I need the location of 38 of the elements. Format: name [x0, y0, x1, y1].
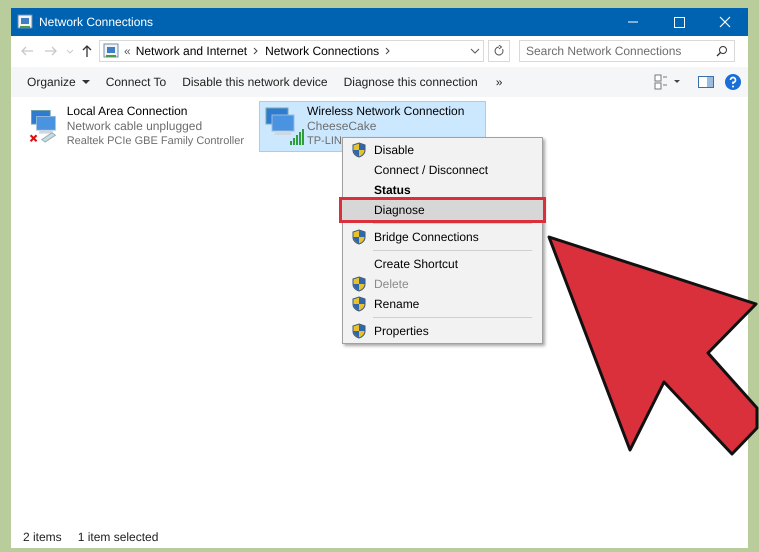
- chevron-icon[interactable]: [253, 47, 260, 55]
- search-field[interactable]: Search Network Connections: [519, 40, 735, 62]
- menu-item[interactable]: Properties: [343, 321, 542, 341]
- status-text: 1 item selected: [78, 529, 158, 546]
- connection-name: Local Area Connection: [66, 104, 188, 119]
- connection-name: Wireless Network Connection: [307, 104, 464, 119]
- breadcrumb-overflow[interactable]: «: [124, 42, 131, 60]
- help-icon[interactable]: [724, 73, 742, 91]
- caret-icon[interactable]: [82, 79, 90, 85]
- connection-status: CheeseCake: [307, 119, 378, 134]
- adapter-name: Realtek PCIe GBE Family Controller: [66, 134, 244, 149]
- breadcrumb-link[interactable]: Network Connections: [265, 42, 380, 60]
- toolbar-button[interactable]: Disable this network device: [174, 70, 336, 94]
- menu-item[interactable]: Bridge Connections: [343, 227, 542, 247]
- search-input[interactable]: Search Network Connections: [526, 42, 716, 60]
- chevron-icon[interactable]: [385, 47, 392, 55]
- menu-item[interactable]: Rename: [343, 294, 542, 314]
- address-bar[interactable]: « Network and Internet Network Connections: [99, 40, 484, 62]
- menu-item[interactable]: Diagnose: [342, 200, 543, 220]
- refresh-button[interactable]: [488, 40, 510, 62]
- status-text: 2 items: [23, 529, 62, 546]
- toolbar-button[interactable]: Organize: [19, 70, 98, 94]
- menu-item[interactable]: Connect / Disconnect: [343, 160, 542, 180]
- network-folder-icon: [17, 14, 33, 30]
- network-folder-icon: [103, 43, 119, 59]
- adapter-name: TP-LIN: [307, 134, 342, 149]
- dropdown-caret-icon[interactable]: [470, 46, 480, 56]
- connection-status: Network cable unplugged: [66, 119, 204, 134]
- more-commands-button[interactable]: »: [486, 73, 512, 91]
- refresh-icon: [493, 45, 505, 57]
- breadcrumb-link[interactable]: Network and Internet: [136, 42, 248, 60]
- menu-item[interactable]: Create Shortcut: [343, 254, 542, 274]
- connection-item[interactable]: Local Area Connection Network cable unplugged Realtek PCIe GBE Family Controller: [25, 101, 247, 152]
- window-title: Network Connections: [39, 14, 154, 31]
- menu-item[interactable]: Status: [343, 180, 542, 200]
- toolbar-button[interactable]: Diagnose this connection: [336, 70, 486, 94]
- toolbar-button[interactable]: Connect To: [98, 70, 174, 94]
- search-icon: [716, 45, 728, 57]
